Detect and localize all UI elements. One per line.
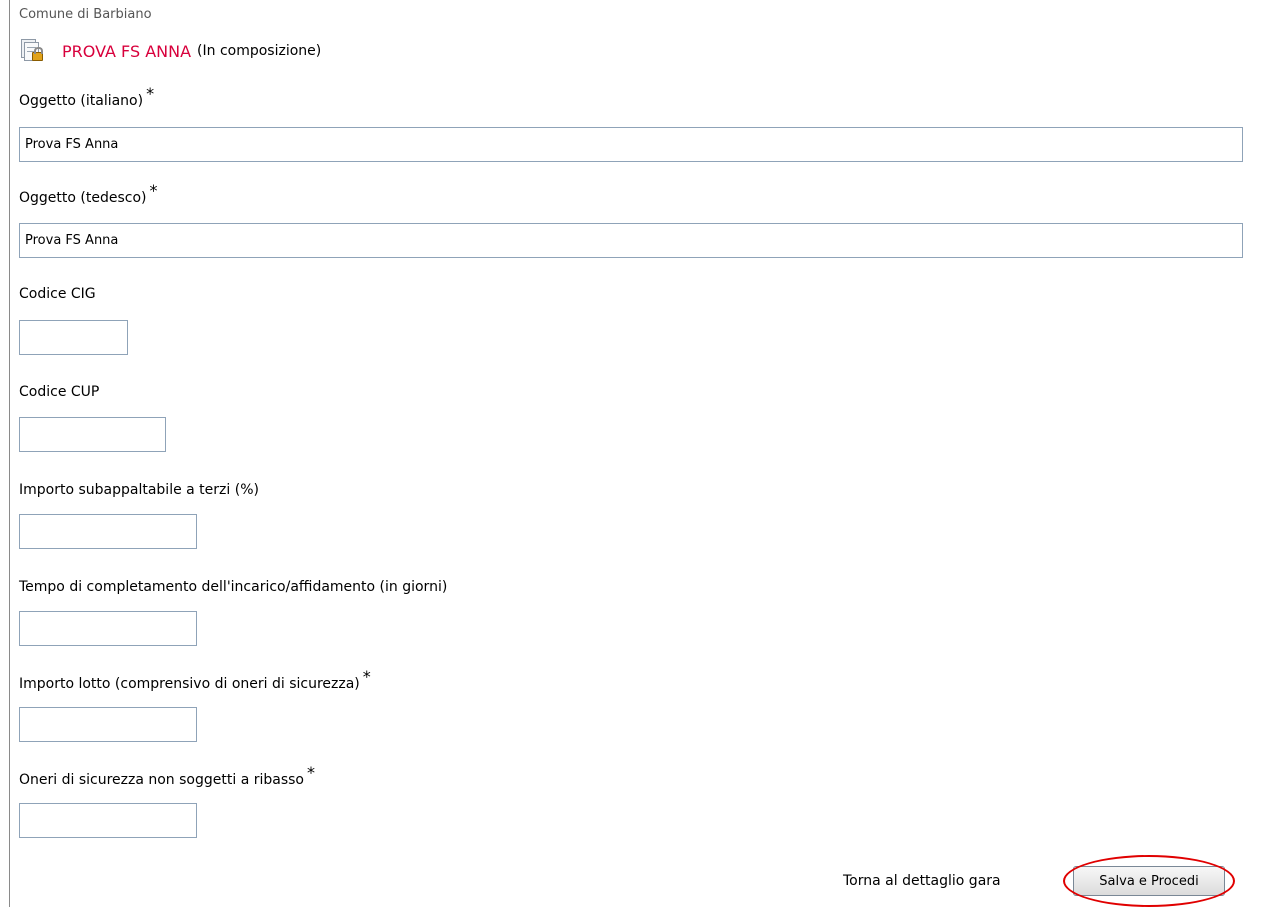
title-row: PROVA FS ANNA (In composizione) — [19, 37, 321, 65]
oneri-sicurezza-label: Oneri di sicurezza non soggetti a ribass… — [19, 763, 315, 789]
organization-name: Comune di Barbiano — [19, 7, 152, 22]
oggetto-italiano-label: Oggetto (italiano) * — [19, 84, 155, 110]
required-marker: * — [307, 763, 315, 782]
locked-document-icon — [19, 37, 45, 65]
oggetto-tedesco-input[interactable] — [19, 223, 1243, 258]
oneri-sicurezza-input[interactable] — [19, 803, 197, 838]
oggetto-tedesco-label: Oggetto (tedesco) * — [19, 181, 158, 207]
oggetto-italiano-input[interactable] — [19, 127, 1243, 162]
tempo-completamento-input[interactable] — [19, 611, 197, 646]
importo-lotto-label: Importo lotto (comprensivo di oneri di s… — [19, 667, 371, 693]
tempo-completamento-label: Tempo di completamento dell'incarico/aff… — [19, 579, 448, 595]
importo-subappaltabile-label: Importo subappaltabile a terzi (%) — [19, 482, 259, 498]
tender-status: (In composizione) — [197, 43, 322, 59]
importo-lotto-input[interactable] — [19, 707, 197, 742]
required-marker: * — [362, 667, 371, 686]
codice-cup-input[interactable] — [19, 417, 166, 452]
codice-cig-label: Codice CIG — [19, 286, 96, 302]
codice-cup-label: Codice CUP — [19, 384, 100, 400]
importo-subappaltabile-input[interactable] — [19, 514, 197, 549]
required-marker: * — [146, 84, 155, 103]
save-and-proceed-button[interactable]: Salva e Procedi — [1073, 866, 1225, 896]
form-page: Comune di Barbiano PROVA FS ANNA (In com… — [9, 0, 1277, 907]
required-marker: * — [149, 181, 158, 200]
codice-cig-input[interactable] — [19, 320, 128, 355]
back-to-tender-link[interactable]: Torna al dettaglio gara — [843, 872, 1001, 890]
tender-title: PROVA FS ANNA — [62, 41, 192, 61]
